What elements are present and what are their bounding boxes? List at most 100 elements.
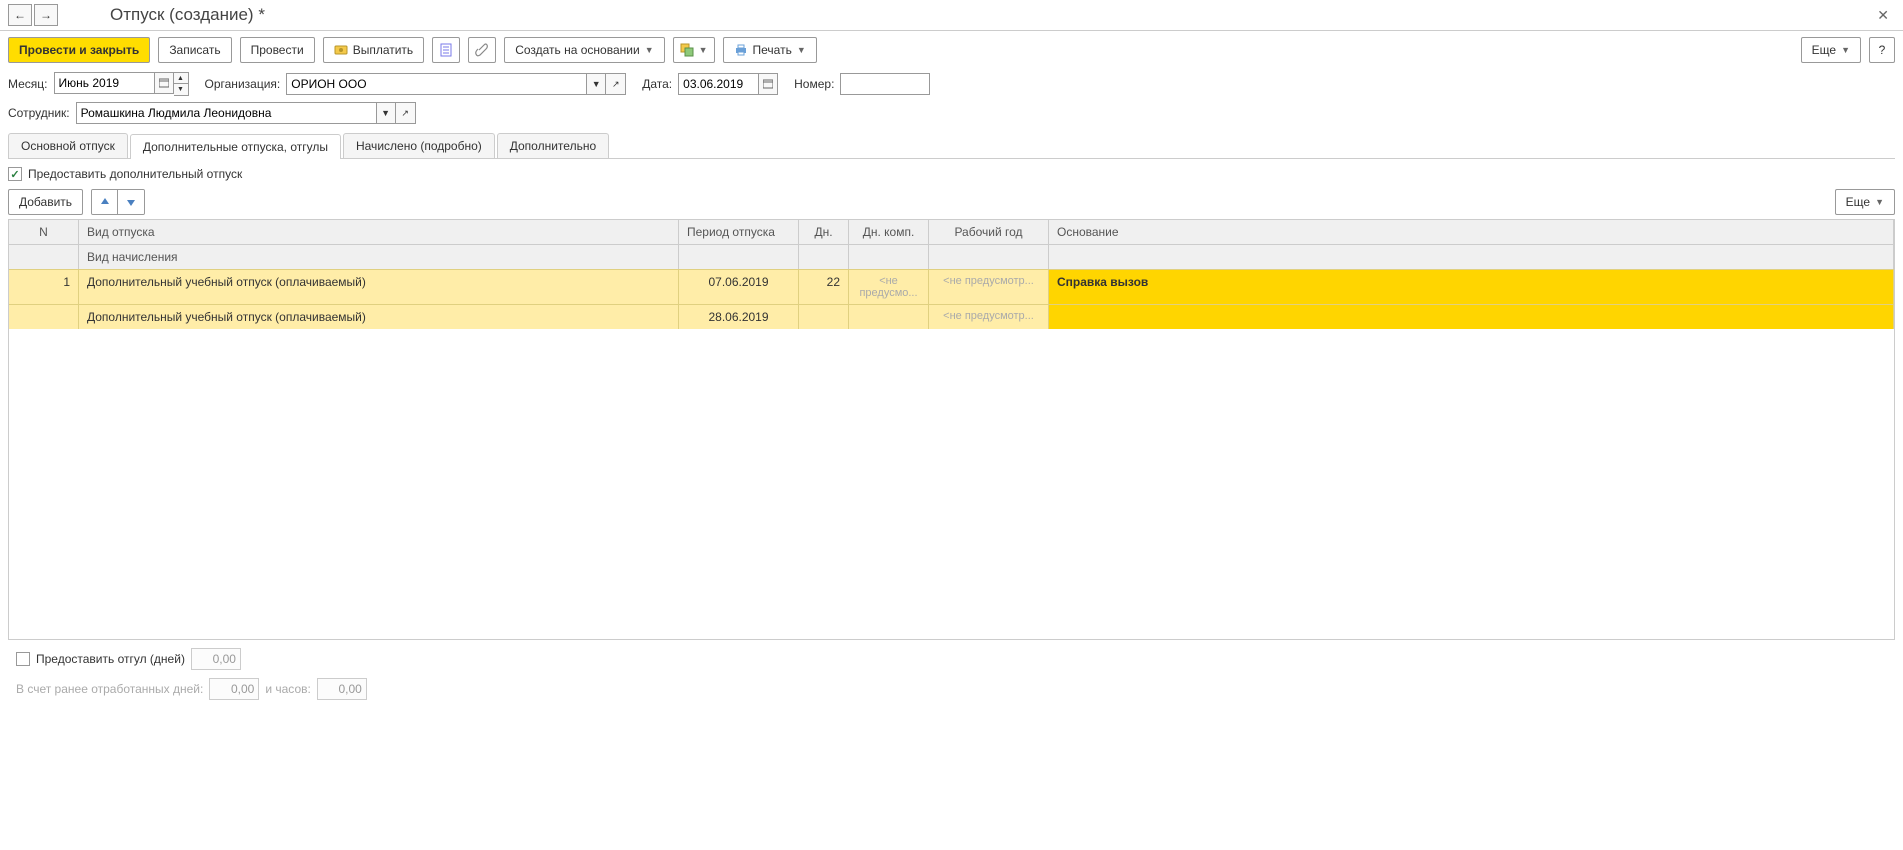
move-down-button[interactable]	[118, 190, 144, 214]
cell-period-from[interactable]: 07.06.2019	[679, 269, 799, 304]
tab-body-additional: Предоставить дополнительный отпуск Добав…	[0, 159, 1903, 716]
col-accrual[interactable]: Вид начисления	[79, 245, 679, 269]
table-more-button[interactable]: Еще ▼	[1835, 189, 1895, 215]
date-input[interactable]	[678, 73, 758, 95]
org-open-button[interactable]: ↗	[606, 73, 626, 95]
write-button[interactable]: Записать	[158, 37, 231, 63]
spin-up-icon[interactable]: ▲	[174, 73, 188, 84]
move-row-buttons	[91, 189, 145, 215]
provide-timeoff-label: Предоставить отгул (дней)	[36, 652, 185, 666]
pay-button-label: Выплатить	[353, 43, 414, 57]
col-n[interactable]: N	[9, 220, 79, 244]
employee-input[interactable]	[76, 102, 376, 124]
attach-button[interactable]	[468, 37, 496, 63]
month-calendar-button[interactable]	[154, 72, 174, 94]
employee-open-button[interactable]: ↗	[396, 102, 416, 124]
cell-work-year-2[interactable]: <не предусмотр...	[929, 304, 1049, 329]
table-row[interactable]: Дополнительный учебный отпуск (оплачивае…	[9, 304, 1894, 329]
grid-empty-area[interactable]	[9, 329, 1894, 639]
cell-work-year-1[interactable]: <не предусмотр...	[929, 269, 1049, 304]
vacation-grid: N Вид отпуска Период отпуска Дн. Дн. ком…	[8, 219, 1895, 640]
grid-header-row-1: N Вид отпуска Период отпуска Дн. Дн. ком…	[9, 220, 1894, 244]
help-button[interactable]: ?	[1869, 37, 1895, 63]
provide-additional-checkbox-row: Предоставить дополнительный отпуск	[8, 167, 1895, 181]
post-button[interactable]: Провести	[240, 37, 315, 63]
number-input[interactable]	[840, 73, 930, 95]
cell-accrual[interactable]: Дополнительный учебный отпуск (оплачивае…	[79, 304, 679, 329]
col-type[interactable]: Вид отпуска	[79, 220, 679, 244]
timeoff-days-input[interactable]	[191, 648, 241, 670]
grid-header-row-2: Вид начисления	[9, 244, 1894, 269]
titlebar: ← → Отпуск (создание) * ✕	[0, 0, 1903, 31]
arrow-down-icon	[125, 196, 137, 208]
tabs: Основной отпуск Дополнительные отпуска, …	[8, 133, 1895, 159]
more-button[interactable]: Еще ▼	[1801, 37, 1861, 63]
table-toolbar: Добавить Еще ▼	[8, 189, 1895, 215]
col-days[interactable]: Дн.	[799, 220, 849, 244]
month-spinner[interactable]: ▲▼	[174, 72, 189, 96]
prev-days-label: В счет ранее отработанных дней:	[16, 682, 203, 696]
tab-main-vacation[interactable]: Основной отпуск	[8, 133, 128, 158]
tab-extra[interactable]: Дополнительно	[497, 133, 609, 158]
date-input-group	[678, 73, 778, 95]
month-input-group: ▲▼	[54, 72, 189, 96]
table-more-label: Еще	[1846, 195, 1870, 209]
provide-additional-label: Предоставить дополнительный отпуск	[28, 167, 242, 181]
post-and-close-button[interactable]: Провести и закрыть	[8, 37, 150, 63]
cell-days[interactable]: 22	[799, 269, 849, 304]
create-based-on-label: Создать на основании	[515, 43, 640, 57]
cell-n[interactable]: 1	[9, 269, 79, 304]
link-button[interactable]: ▼	[673, 37, 715, 63]
prev-worked-row: В счет ранее отработанных дней: и часов:	[16, 678, 1887, 700]
money-icon	[334, 43, 348, 57]
chevron-down-icon: ▼	[645, 45, 654, 55]
col-basis[interactable]: Основание	[1049, 220, 1894, 244]
tab-additional-vacation[interactable]: Дополнительные отпуска, отгулы	[130, 134, 341, 159]
create-based-on-button[interactable]: Создать на основании ▼	[504, 37, 664, 63]
link-icon	[680, 43, 694, 57]
col-work-year[interactable]: Рабочий год	[929, 220, 1049, 244]
org-dropdown-button[interactable]: ▼	[586, 73, 606, 95]
org-label: Организация:	[205, 77, 281, 91]
page-title: Отпуск (создание) *	[110, 5, 265, 25]
table-row[interactable]: 1 Дополнительный учебный отпуск (оплачив…	[9, 269, 1894, 304]
close-icon[interactable]: ✕	[1871, 5, 1895, 26]
chevron-down-icon: ▼	[1841, 45, 1850, 55]
spin-down-icon[interactable]: ▼	[174, 84, 188, 95]
col-period[interactable]: Период отпуска	[679, 220, 799, 244]
number-label: Номер:	[794, 77, 834, 91]
more-button-label: Еще	[1812, 43, 1836, 57]
add-row-button[interactable]: Добавить	[8, 189, 83, 215]
col-days-comp[interactable]: Дн. комп.	[849, 220, 929, 244]
nav-back-button[interactable]: ←	[8, 4, 32, 26]
document-icon	[439, 43, 453, 57]
pay-button[interactable]: Выплатить	[323, 37, 425, 63]
employee-input-group: ▼ ↗	[76, 102, 416, 124]
printer-icon	[734, 43, 748, 57]
cell-days-comp[interactable]: <не предусмо...	[849, 269, 929, 304]
cell-period-to[interactable]: 28.06.2019	[679, 304, 799, 329]
tab-footer: Предоставить отгул (дней) В счет ранее о…	[8, 640, 1895, 708]
move-up-button[interactable]	[92, 190, 118, 214]
cell-type[interactable]: Дополнительный учебный отпуск (оплачивае…	[79, 269, 679, 304]
date-calendar-button[interactable]	[758, 73, 778, 95]
tab-accrued-details[interactable]: Начислено (подробно)	[343, 133, 495, 158]
nav-forward-button[interactable]: →	[34, 4, 58, 26]
provide-additional-checkbox[interactable]	[8, 167, 22, 181]
hours-label: и часов:	[265, 682, 310, 696]
print-button[interactable]: Печать ▼	[723, 37, 817, 63]
provide-timeoff-row: Предоставить отгул (дней)	[16, 648, 1887, 670]
month-input[interactable]	[54, 72, 154, 94]
org-input-group: ▼ ↗	[286, 73, 626, 95]
calendar-icon	[159, 78, 169, 88]
hours-input	[317, 678, 367, 700]
main-toolbar: Провести и закрыть Записать Провести Вып…	[0, 31, 1903, 69]
employee-dropdown-button[interactable]: ▼	[376, 102, 396, 124]
cell-basis[interactable]: Справка вызов	[1049, 269, 1894, 304]
document-icon-button[interactable]	[432, 37, 460, 63]
provide-timeoff-checkbox[interactable]	[16, 652, 30, 666]
month-label: Месяц:	[8, 77, 48, 91]
calendar-icon	[763, 79, 773, 89]
chevron-down-icon: ▼	[797, 45, 806, 55]
org-input[interactable]	[286, 73, 586, 95]
